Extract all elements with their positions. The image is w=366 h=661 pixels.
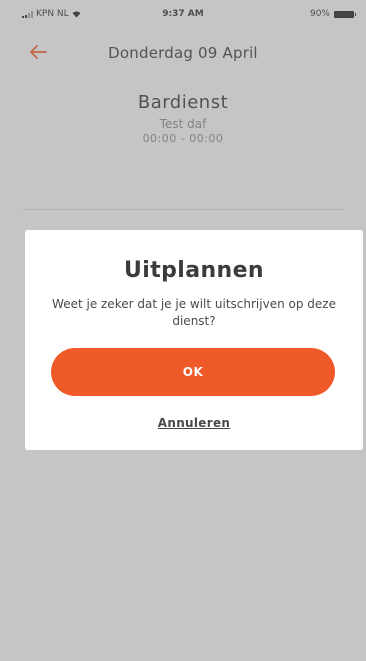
app-screen: KPN NL 9:37 AM 90% Donderdag 09 April Ba… (0, 0, 366, 661)
dialog-title: Uitplannen (124, 258, 264, 283)
confirm-dialog: Uitplannen Weet je zeker dat je je wilt … (25, 230, 363, 450)
dialog-message: Weet je zeker dat je je wilt uitschrijve… (52, 297, 336, 328)
cancel-button[interactable]: Annuleren (25, 416, 363, 430)
ok-button[interactable]: OK (51, 348, 335, 396)
